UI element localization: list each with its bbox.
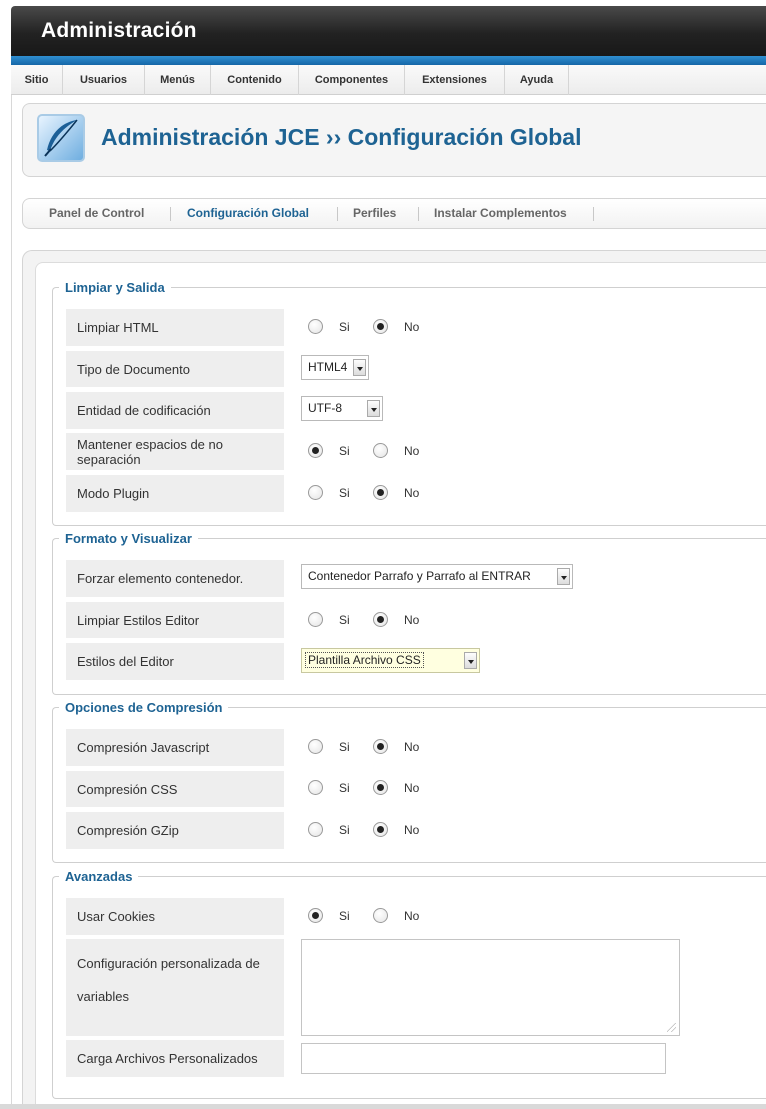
tab-divider [337, 207, 338, 221]
radio-modo-plugin-no[interactable] [373, 485, 388, 500]
section-title-compresion: Opciones de Compresión [65, 700, 223, 715]
select-entidad-codificacion[interactable]: UTF-8 [301, 396, 383, 421]
accent-bar [11, 56, 766, 65]
tab-divider [593, 207, 594, 221]
radio-label-si: Si [339, 823, 350, 837]
select-estilos-editor[interactable]: Plantilla Archivo CSS [301, 648, 480, 673]
label-limpiar-html: Limpiar HTML [66, 309, 284, 346]
label-estilos-editor: Estilos del Editor [66, 643, 284, 680]
label-tipo-documento: Tipo de Documento [66, 351, 284, 387]
radio-label-si: Si [339, 444, 350, 458]
chevron-down-icon[interactable] [367, 400, 380, 417]
chevron-down-icon[interactable] [464, 652, 477, 669]
radio-compresion-gzip-no[interactable] [373, 822, 388, 837]
horizontal-scrollbar[interactable] [0, 1104, 766, 1109]
radio-cookies-no[interactable] [373, 908, 388, 923]
tab-configuracion-global[interactable]: Configuración Global [187, 199, 309, 228]
custom-files-input[interactable] [301, 1043, 666, 1074]
label-modo-plugin: Modo Plugin [66, 475, 284, 512]
radio-label-no: No [404, 909, 420, 923]
radio-label-no: No [404, 486, 420, 500]
tab-divider [170, 207, 171, 221]
chevron-down-icon[interactable] [557, 568, 570, 585]
resize-grip-icon[interactable] [667, 1023, 676, 1032]
radio-cookies-si[interactable] [308, 908, 323, 923]
main-menu-bar: Sitio Usuarios Menús Contenido Component… [11, 65, 766, 95]
custom-config-textarea[interactable] [301, 939, 680, 1036]
sub-navigation: Panel de Control Configuración Global Pe… [22, 198, 766, 229]
radio-label-si: Si [339, 486, 350, 500]
select-value: Plantilla Archivo CSS [305, 652, 424, 668]
radio-compresion-js-si[interactable] [308, 739, 323, 754]
radio-label-si: Si [339, 909, 350, 923]
radio-compresion-gzip-si[interactable] [308, 822, 323, 837]
label-usar-cookies: Usar Cookies [66, 898, 284, 935]
feather-quill-icon [37, 114, 85, 162]
radio-limpiar-estilos-no[interactable] [373, 612, 388, 627]
radio-espacios-no[interactable] [373, 443, 388, 458]
radio-label-no: No [404, 781, 420, 795]
select-tipo-documento[interactable]: HTML4 [301, 355, 369, 380]
label-compresion-javascript: Compresión Javascript [66, 729, 284, 766]
select-value: HTML4 [308, 360, 348, 374]
chevron-down-icon[interactable] [353, 359, 366, 376]
radio-limpiar-estilos-si[interactable] [308, 612, 323, 627]
radio-limpiar-html-no[interactable] [373, 319, 388, 334]
menu-item-ayuda[interactable]: Ayuda [505, 65, 569, 95]
tab-divider [418, 207, 419, 221]
label-configuracion-personalizada: Configuración personalizada de variables [66, 939, 284, 1036]
page-border [11, 95, 12, 1109]
radio-compresion-css-no[interactable] [373, 780, 388, 795]
radio-label-no: No [404, 823, 420, 837]
tab-instalar-complementos[interactable]: Instalar Complementos [434, 199, 567, 228]
radio-label-si: Si [339, 320, 350, 334]
radio-compresion-css-si[interactable] [308, 780, 323, 795]
radio-label-si: Si [339, 781, 350, 795]
radio-label-no: No [404, 320, 420, 334]
select-forzar-contenedor[interactable]: Contenedor Parrafo y Parrafo al ENTRAR [301, 564, 573, 589]
page-title: Administración JCE ›› Configuración Glob… [101, 124, 582, 150]
menu-item-contenido[interactable]: Contenido [211, 65, 299, 95]
label-forzar-contenedor: Forzar elemento contenedor. [66, 560, 284, 597]
tab-perfiles[interactable]: Perfiles [353, 199, 396, 228]
admin-topbar: Administración [11, 6, 766, 56]
label-compresion-gzip: Compresión GZip [66, 812, 284, 849]
radio-label-no: No [404, 613, 420, 627]
section-title-formato: Formato y Visualizar [65, 531, 192, 546]
radio-label-si: Si [339, 613, 350, 627]
radio-compresion-js-no[interactable] [373, 739, 388, 754]
radio-label-no: No [404, 444, 420, 458]
menu-item-componentes[interactable]: Componentes [299, 65, 405, 95]
select-value: Contenedor Parrafo y Parrafo al ENTRAR [308, 569, 531, 583]
menu-item-usuarios[interactable]: Usuarios [63, 65, 145, 95]
label-limpiar-estilos: Limpiar Estilos Editor [66, 602, 284, 638]
menu-item-sitio[interactable]: Sitio [11, 65, 63, 95]
label-carga-archivos: Carga Archivos Personalizados [66, 1040, 284, 1077]
section-title-limpiar: Limpiar y Salida [65, 280, 165, 295]
label-espacios-no-separacion: Mantener espacios de no separación [66, 433, 284, 470]
radio-espacios-si[interactable] [308, 443, 323, 458]
menu-item-extensiones[interactable]: Extensiones [405, 65, 505, 95]
radio-label-si: Si [339, 740, 350, 754]
tab-panel-de-control[interactable]: Panel de Control [49, 199, 144, 228]
radio-limpiar-html-si[interactable] [308, 319, 323, 334]
label-compresion-css: Compresión CSS [66, 771, 284, 807]
section-title-avanzadas: Avanzadas [65, 869, 133, 884]
menu-item-menus[interactable]: Menús [145, 65, 211, 95]
select-value: UTF-8 [308, 401, 342, 415]
radio-modo-plugin-si[interactable] [308, 485, 323, 500]
radio-label-no: No [404, 740, 420, 754]
page-header: Administración JCE ›› Configuración Glob… [22, 103, 766, 177]
label-entidad-codificacion: Entidad de codificación [66, 392, 284, 429]
app-title: Administración [41, 19, 197, 42]
